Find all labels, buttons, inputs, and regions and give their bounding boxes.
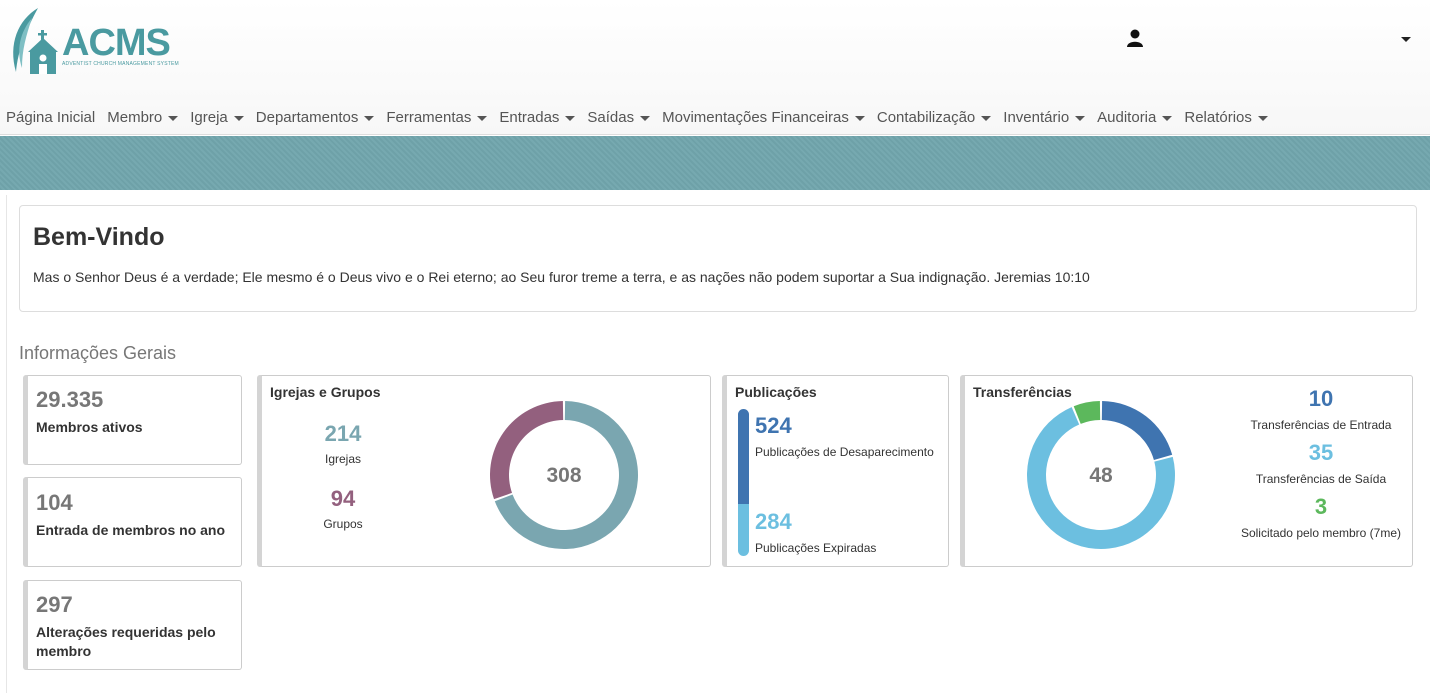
chevron-down-icon [233, 115, 244, 121]
transfers-in-value: 10 [1308, 386, 1334, 411]
stat-value: 297 [36, 592, 73, 617]
nav-item-label: Página Inicial [6, 109, 96, 126]
stat-card-membros-ativos[interactable]: 29.335 Membros ativos [23, 375, 242, 465]
welcome-title: Bem-Vindo [33, 223, 165, 251]
welcome-verse: Mas o Senhor Deus é a verdade; Ele mesmo… [33, 269, 1090, 285]
nav-item-contabilizacao[interactable]: Contabilização [871, 103, 997, 133]
publications-missing-label: Publicações de Desaparecimento [755, 445, 934, 459]
church-logo-icon [13, 8, 58, 74]
nav-item-label: Contabilização [876, 109, 976, 126]
stat-label: Entrada de membros no ano [36, 522, 226, 538]
transfers-out-label: Transferências de Saída [1255, 472, 1387, 486]
stat-card-entrada-membros[interactable]: 104 Entrada de membros no ano [23, 477, 242, 567]
chevron-down-icon [1257, 115, 1268, 121]
logo-subtitle: ADVENTIST CHURCH MANAGEMENT SYSTEM [62, 61, 179, 67]
chevron-down-icon [854, 115, 865, 121]
stat-label: Membros ativos [36, 419, 143, 435]
chevron-down-icon [565, 115, 576, 121]
app-header: ACMS ADVENTIST CHURCH MANAGEMENT SYSTEM … [0, 0, 1430, 135]
chevron-down-icon [364, 115, 375, 121]
publications-bar-segment-expiradas [738, 504, 749, 556]
nav-item-auditoria[interactable]: Auditoria [1091, 103, 1178, 133]
groups-label: Grupos [323, 517, 363, 531]
chevron-down-icon [477, 115, 488, 121]
publications-bar [738, 409, 749, 556]
nav-item-entradas[interactable]: Entradas [493, 103, 581, 133]
section-title: Informações Gerais [19, 343, 177, 363]
welcome-panel: Bem-Vindo Mas o Senhor Deus é a verdade;… [19, 205, 1417, 312]
transfers-slice-2 [1073, 401, 1101, 424]
nav-item-label: Inventário [1003, 109, 1070, 126]
panel-title: Igrejas e Grupos [270, 384, 381, 400]
stat-label: Alterações requeridas pelo membro [36, 624, 216, 659]
nav-item-label: Ferramentas [386, 109, 472, 126]
transfers-out-value: 35 [1308, 440, 1334, 465]
chevron-down-icon [981, 115, 992, 121]
nav-item-membro[interactable]: Membro [101, 103, 184, 133]
transfers-donut-chart: 48 [1027, 401, 1175, 549]
stat-value: 104 [36, 490, 73, 515]
stat-value: 29.335 [36, 387, 104, 412]
nav-item-label: Entradas [499, 109, 560, 126]
nav-item-departamentos[interactable]: Departamentos [250, 103, 381, 133]
transfers-slice-0 [1101, 401, 1173, 460]
nav-item-inventario[interactable]: Inventário [997, 103, 1091, 133]
churches-value: 214 [324, 421, 362, 446]
nav-item-saidas[interactable]: Saídas [581, 103, 656, 133]
nav-item-movimentacoes-financeiras[interactable]: Movimentações Financeiras [656, 103, 871, 133]
left-divider [6, 195, 7, 693]
churches-donut-chart: 308 [490, 401, 638, 549]
chevron-down-icon [640, 115, 651, 121]
churches-total: 308 [546, 464, 581, 487]
nav-item-relatorios[interactable]: Relatórios [1178, 103, 1274, 133]
acms-logo[interactable]: ACMS ADVENTIST CHURCH MANAGEMENT SYSTEM [8, 6, 183, 76]
transfers-total: 48 [1089, 464, 1113, 487]
nav-item-ferramentas[interactable]: Ferramentas [380, 103, 493, 133]
groups-value: 94 [330, 486, 356, 511]
nav-item-label: Auditoria [1097, 109, 1157, 126]
publications-expired-label: Publicações Expiradas [755, 541, 877, 555]
nav-item-label: Departamentos [255, 109, 359, 126]
chevron-down-icon [1162, 115, 1173, 121]
publications-bar-segment-desaparecimento [738, 409, 749, 504]
stat-card-alteracoes[interactable]: 297 Alterações requeridas pelo membro [23, 580, 242, 670]
nav-item-label: Relatórios [1184, 109, 1252, 126]
panel-title: Publicações [735, 384, 817, 400]
publications-panel[interactable]: Publicações 524 Publicações de Desaparec… [722, 375, 949, 567]
transfers-in-label: Transferências de Entrada [1250, 418, 1392, 432]
pattern-banner [0, 136, 1430, 190]
publications-missing-value: 524 [755, 413, 792, 438]
transfers-requested-value: 3 [1314, 494, 1328, 519]
nav-item-label: Saídas [587, 109, 635, 126]
transfers-panel[interactable]: Transferências 48 10 Transferências de E… [960, 375, 1413, 567]
main-nav: Página Inicial Membro Igreja Departament… [0, 103, 1274, 133]
logo-text: ACMS [62, 22, 171, 64]
publications-expired-value: 284 [755, 509, 792, 534]
chevron-down-icon [1075, 115, 1086, 121]
nav-item-igreja[interactable]: Igreja [184, 103, 250, 133]
nav-item-pagina-inicial[interactable]: Página Inicial [0, 103, 101, 133]
churches-label: Igrejas [324, 452, 362, 466]
churches-groups-panel[interactable]: Igrejas e Grupos 214 Igrejas 94 Grupos 3… [257, 375, 711, 567]
chevron-down-icon [168, 115, 179, 121]
nav-item-label: Igreja [190, 109, 228, 126]
nav-item-label: Membro [107, 109, 163, 126]
nav-item-label: Movimentações Financeiras [662, 109, 849, 126]
user-icon[interactable] [1126, 29, 1144, 47]
user-menu-chevron-down-icon[interactable] [1401, 37, 1411, 42]
transfers-requested-label: Solicitado pelo membro (7me) [1240, 526, 1402, 540]
